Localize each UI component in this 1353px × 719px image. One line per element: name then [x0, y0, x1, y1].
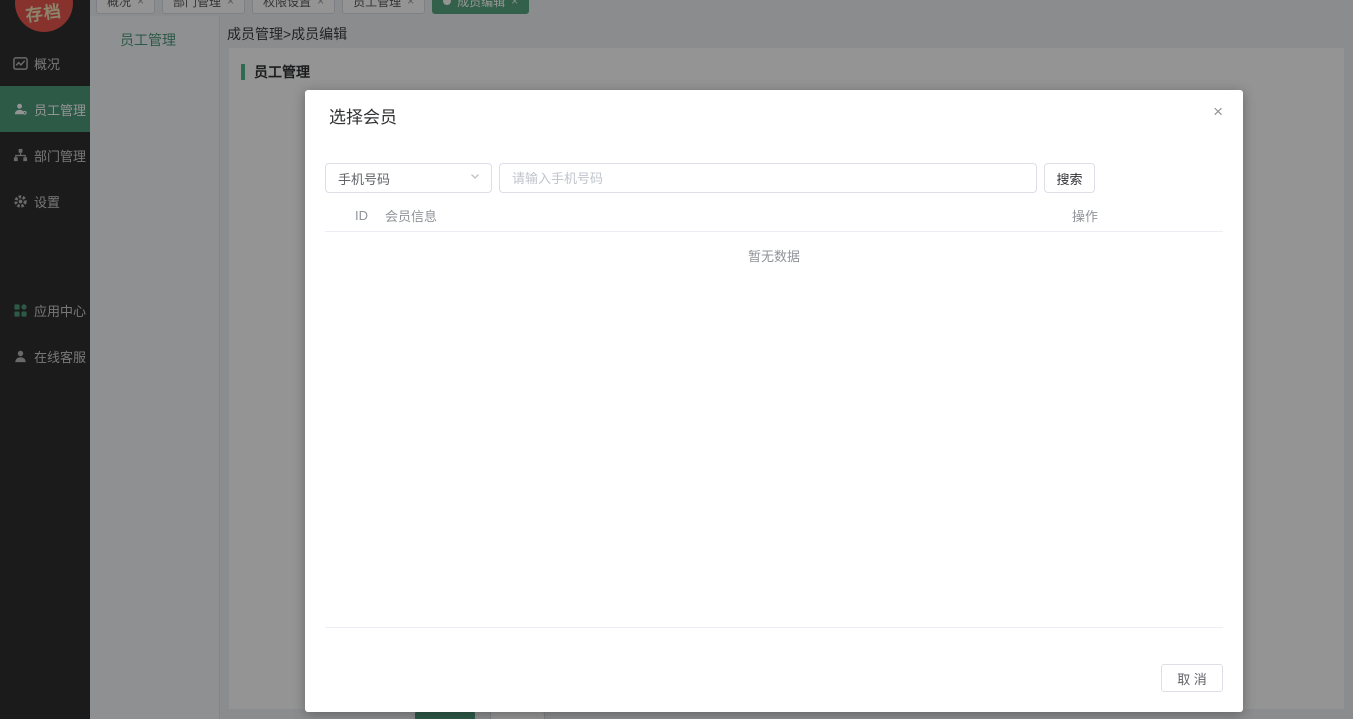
chevron-down-icon — [469, 169, 481, 187]
dialog-header: 选择会员 × — [305, 90, 1243, 130]
column-header-id: ID — [355, 208, 368, 223]
column-header-action: 操作 — [1071, 209, 1098, 224]
search-input[interactable] — [499, 163, 1037, 193]
select-member-dialog: 选择会员 × 手机号码 搜索 ID 会员信息 操作 暂无数据 — [305, 90, 1243, 712]
empty-state-text: 暂无数据 — [747, 249, 800, 264]
cancel-button[interactable]: 取 消 — [1161, 664, 1223, 692]
dialog-body: 手机号码 搜索 ID 会员信息 操作 暂无数据 — [305, 130, 1243, 628]
dialog-footer: 取 消 — [305, 628, 1243, 712]
search-button[interactable]: 搜索 — [1044, 163, 1095, 193]
table-empty-area — [325, 279, 1223, 627]
filter-type-select[interactable]: 手机号码 — [325, 163, 492, 193]
filter-type-value: 手机号码 — [338, 171, 391, 187]
app-window: 存档 概况 员工管理 部门管理 设置 应用中心 在线客服 概况 × 部门管理 ×… — [0, 0, 1353, 719]
dialog-title: 选择会员 — [329, 108, 397, 127]
search-row: 手机号码 搜索 — [325, 163, 1095, 193]
column-header-member-info: 会员信息 — [385, 209, 438, 224]
close-icon[interactable]: × — [1213, 103, 1223, 120]
table-header-row: ID 会员信息 操作 — [325, 200, 1223, 232]
